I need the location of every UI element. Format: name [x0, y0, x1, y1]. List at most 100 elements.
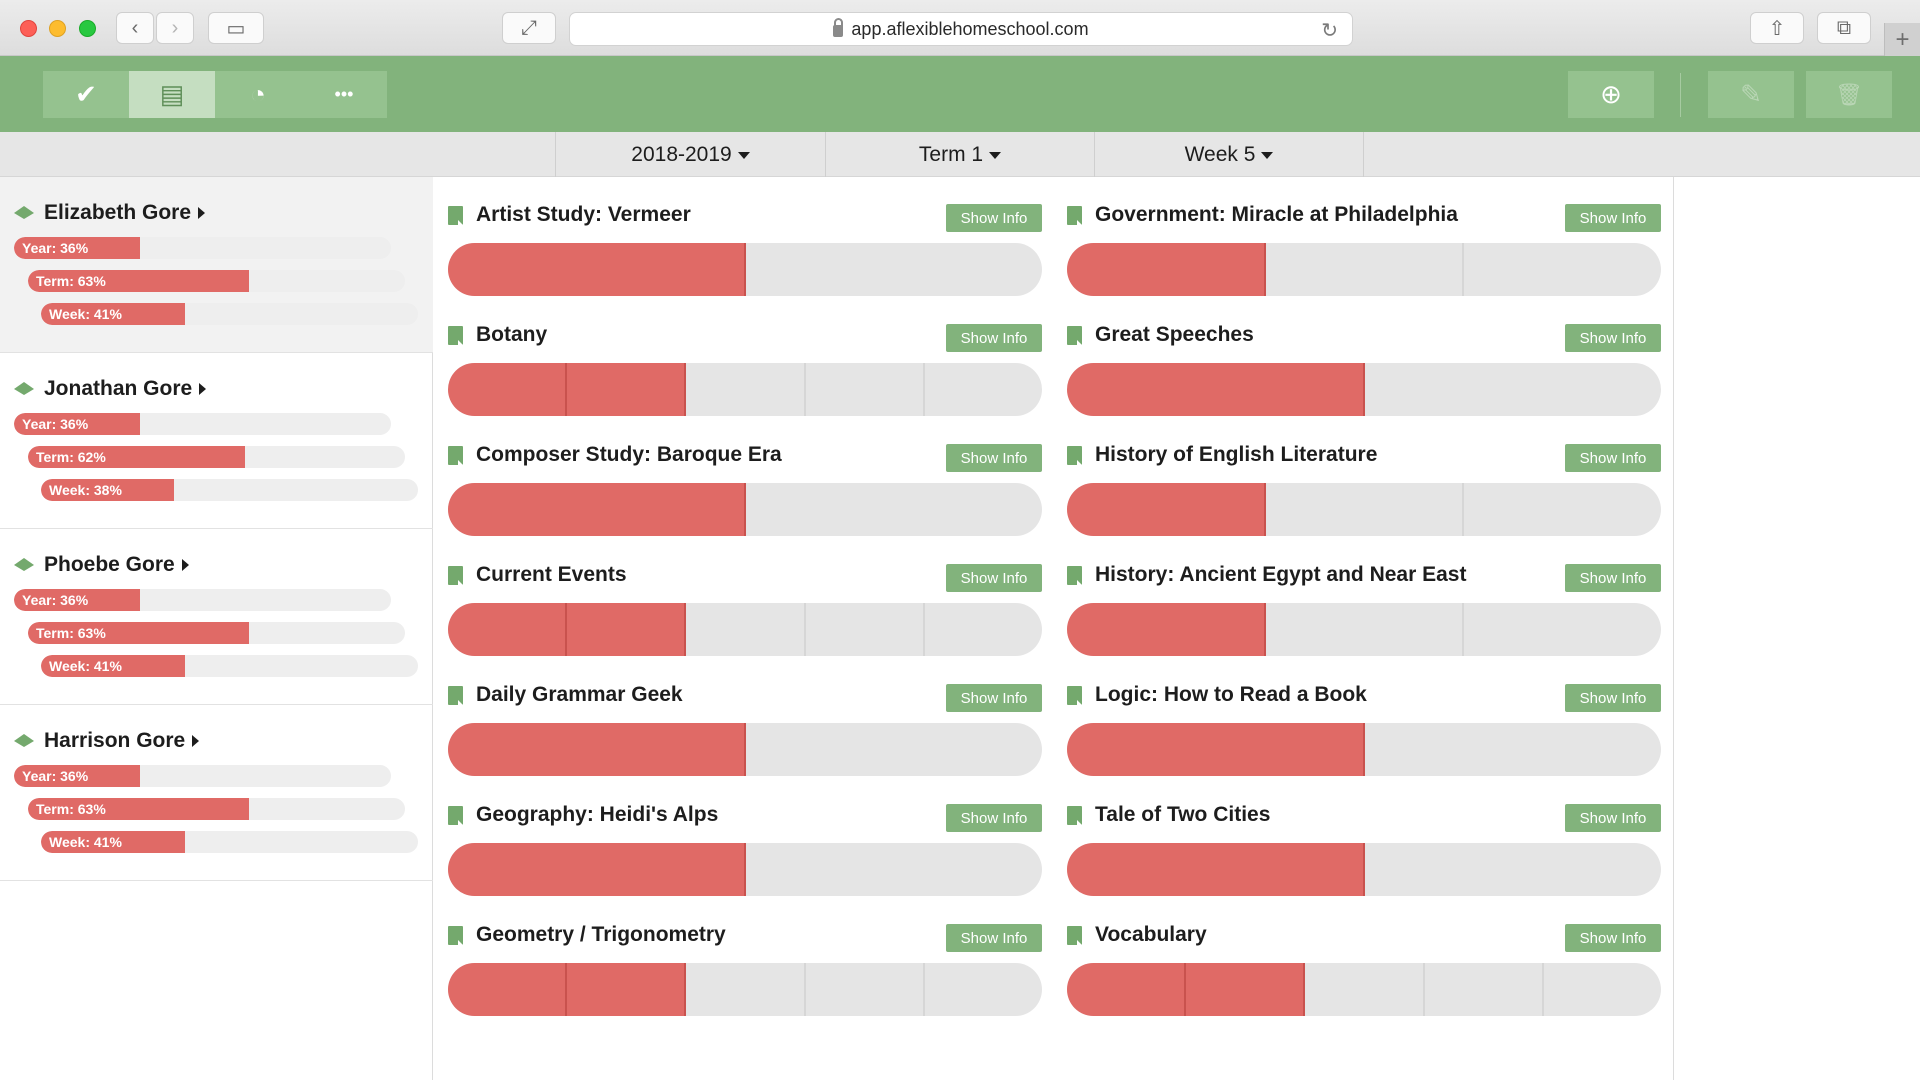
add-button[interactable]: ⊕ [1568, 71, 1654, 118]
show-info-button[interactable]: Show Info [1565, 324, 1661, 352]
student-card[interactable]: Jonathan Gore Year: 36% Term: 62% Week: 38% [0, 353, 433, 529]
completed-assignment-segment[interactable] [448, 843, 746, 896]
pending-assignment-segment[interactable] [1266, 243, 1465, 296]
course-title[interactable]: History: Ancient Egypt and Near East [1067, 563, 1466, 587]
student-header[interactable]: Harrison Gore [14, 729, 200, 753]
course-title[interactable]: Tale of Two Cities [1067, 803, 1270, 827]
course-title[interactable]: Current Events [448, 563, 627, 587]
course-progress-bar[interactable] [1067, 483, 1661, 536]
course-title[interactable]: Government: Miracle at Philadelphia [1067, 203, 1458, 227]
student-header[interactable]: Phoebe Gore [14, 553, 189, 577]
completed-assignment-segment[interactable] [567, 603, 687, 656]
show-info-button[interactable]: Show Info [946, 204, 1042, 232]
show-info-button[interactable]: Show Info [1565, 204, 1661, 232]
completed-assignment-segment[interactable] [1067, 963, 1187, 1016]
show-info-button[interactable]: Show Info [1565, 444, 1661, 472]
course-title[interactable]: Geography: Heidi's Alps [448, 803, 718, 827]
student-header[interactable]: Elizabeth Gore [14, 201, 206, 225]
forward-button[interactable]: › [156, 12, 194, 44]
completed-assignment-segment[interactable] [448, 483, 746, 536]
show-info-button[interactable]: Show Info [946, 444, 1042, 472]
completed-assignment-segment[interactable] [448, 363, 568, 416]
pending-assignment-segment[interactable] [686, 363, 806, 416]
completed-assignment-segment[interactable] [1186, 963, 1306, 1016]
completed-assignment-segment[interactable] [1067, 483, 1266, 536]
minimize-window-button[interactable] [49, 20, 66, 37]
course-progress-bar[interactable] [1067, 243, 1661, 296]
pending-assignment-segment[interactable] [746, 723, 1042, 776]
delete-button[interactable]: 🗑 [1806, 71, 1892, 118]
pending-assignment-segment[interactable] [1544, 963, 1661, 1016]
show-info-button[interactable]: Show Info [946, 684, 1042, 712]
pending-assignment-segment[interactable] [806, 363, 925, 416]
course-title[interactable]: History of English Literature [1067, 443, 1377, 467]
course-title[interactable]: Daily Grammar Geek [448, 683, 683, 707]
completed-assignment-segment[interactable] [1067, 723, 1365, 776]
pending-assignment-segment[interactable] [1464, 243, 1661, 296]
pending-assignment-segment[interactable] [1266, 483, 1465, 536]
course-title[interactable]: Composer Study: Baroque Era [448, 443, 782, 467]
more-view-button[interactable]: ••• [301, 71, 387, 118]
completed-assignment-segment[interactable] [1067, 243, 1266, 296]
show-info-button[interactable]: Show Info [1565, 804, 1661, 832]
course-progress-bar[interactable] [448, 723, 1042, 776]
completed-assignment-segment[interactable] [448, 243, 746, 296]
course-progress-bar[interactable] [1067, 603, 1661, 656]
course-progress-bar[interactable] [448, 963, 1042, 1016]
pending-assignment-segment[interactable] [1266, 603, 1465, 656]
pending-assignment-segment[interactable] [925, 603, 1042, 656]
show-info-button[interactable]: Show Info [1565, 924, 1661, 952]
pending-assignment-segment[interactable] [1425, 963, 1544, 1016]
course-progress-bar[interactable] [448, 603, 1042, 656]
show-info-button[interactable]: Show Info [946, 924, 1042, 952]
pending-assignment-segment[interactable] [806, 603, 925, 656]
share-button[interactable]: ⇧ [1750, 12, 1804, 44]
completed-assignment-segment[interactable] [567, 363, 687, 416]
course-title[interactable]: Vocabulary [1067, 923, 1207, 947]
completed-assignment-segment[interactable] [567, 963, 687, 1016]
pending-assignment-segment[interactable] [1464, 483, 1661, 536]
course-title[interactable]: Artist Study: Vermeer [448, 203, 691, 227]
completed-assignment-segment[interactable] [1067, 603, 1266, 656]
student-card[interactable]: Harrison Gore Year: 36% Term: 63% Week: 41% [0, 705, 433, 881]
pending-assignment-segment[interactable] [806, 963, 925, 1016]
show-info-button[interactable]: Show Info [946, 804, 1042, 832]
course-title[interactable]: Logic: How to Read a Book [1067, 683, 1367, 707]
show-info-button[interactable]: Show Info [1565, 684, 1661, 712]
address-bar[interactable]: app.aflexiblehomeschool.com ↻ [569, 12, 1353, 46]
completed-assignment-segment[interactable] [448, 963, 568, 1016]
student-card[interactable]: Phoebe Gore Year: 36% Term: 63% Week: 41% [0, 529, 433, 705]
zoom-window-button[interactable] [79, 20, 96, 37]
tabs-button[interactable]: ⧉ [1817, 12, 1871, 44]
fullscreen-button[interactable]: ⤢ [502, 12, 556, 44]
pending-assignment-segment[interactable] [925, 363, 1042, 416]
pending-assignment-segment[interactable] [746, 243, 1042, 296]
course-title[interactable]: Botany [448, 323, 547, 347]
checkmark-view-button[interactable]: ✔ [43, 71, 129, 118]
pending-assignment-segment[interactable] [1365, 363, 1661, 416]
term-select[interactable]: Term 1 [825, 132, 1094, 177]
student-header[interactable]: Jonathan Gore [14, 377, 207, 401]
completed-assignment-segment[interactable] [448, 723, 746, 776]
pending-assignment-segment[interactable] [1365, 723, 1661, 776]
show-info-button[interactable]: Show Info [1565, 564, 1661, 592]
pending-assignment-segment[interactable] [686, 963, 806, 1016]
pie-chart-view-button[interactable]: ◔ [215, 71, 301, 118]
completed-assignment-segment[interactable] [1067, 843, 1365, 896]
student-card[interactable]: Elizabeth Gore Year: 36% Term: 63% Week: 41… [0, 177, 433, 353]
course-progress-bar[interactable] [448, 483, 1042, 536]
course-progress-bar[interactable] [1067, 843, 1661, 896]
course-progress-bar[interactable] [1067, 723, 1661, 776]
course-progress-bar[interactable] [448, 363, 1042, 416]
pending-assignment-segment[interactable] [686, 603, 806, 656]
course-title[interactable]: Geometry / Trigonometry [448, 923, 726, 947]
edit-button[interactable]: ✎ [1708, 71, 1794, 118]
course-progress-bar[interactable] [1067, 963, 1661, 1016]
week-select[interactable]: Week 5 [1094, 132, 1364, 177]
back-button[interactable]: ‹ [116, 12, 154, 44]
reload-icon[interactable]: ↻ [1321, 18, 1338, 43]
completed-assignment-segment[interactable] [448, 603, 568, 656]
show-info-button[interactable]: Show Info [946, 564, 1042, 592]
show-info-button[interactable]: Show Info [946, 324, 1042, 352]
pending-assignment-segment[interactable] [746, 843, 1042, 896]
